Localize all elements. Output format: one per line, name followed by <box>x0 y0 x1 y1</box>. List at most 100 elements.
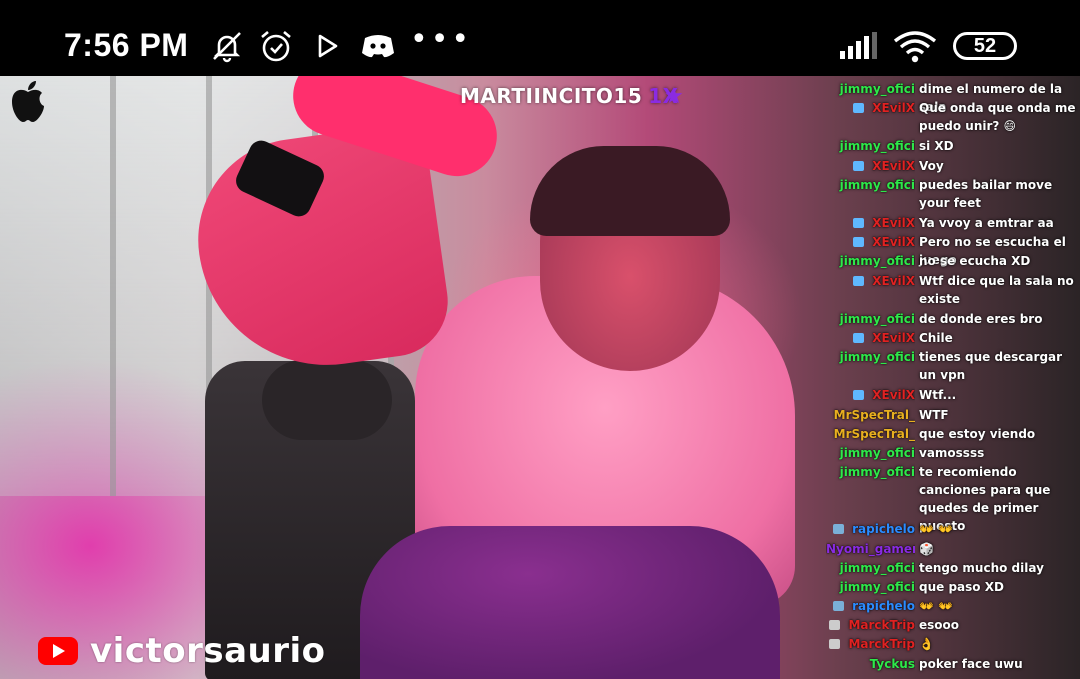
chat-username-text: MrSpecTral_ <box>833 407 915 422</box>
chat-username[interactable]: jimmy_ofici <box>826 252 915 270</box>
chat-username[interactable]: jimmy_ofici <box>826 348 915 366</box>
chat-username-text: Nyomi_gamer <box>826 541 915 556</box>
stream-video[interactable] <box>0 76 1080 679</box>
discord-icon <box>360 28 396 64</box>
chat-username-text: MarckTrip <box>848 637 915 652</box>
chat-badge-icon <box>853 275 865 286</box>
chat-username-text: XEvilX <box>872 235 915 250</box>
chat-text: tengo mucho dilay <box>919 560 1044 575</box>
chat-username-text: MrSpecTral_ <box>833 426 915 441</box>
chat-username[interactable]: jimmy_ofici <box>826 310 915 328</box>
chat-username[interactable]: XEvilX <box>826 99 915 117</box>
chat-username[interactable]: jimmy_ofici <box>826 463 915 481</box>
chat-username-text: jimmy_ofici <box>839 254 915 269</box>
youtube-logo-icon <box>38 637 78 665</box>
wifi-icon <box>893 28 937 64</box>
chat-text: esooo <box>919 618 960 633</box>
chat-text: tienes que descargar un vpn <box>919 350 1063 383</box>
chat-username-text: jimmy_ofici <box>839 82 915 96</box>
chat-badge-icon <box>853 332 865 343</box>
chat-username[interactable]: MarckTrip <box>826 616 915 634</box>
streamer-username: MARTIINCITO15 <box>460 84 643 108</box>
chat-username-text: XEvilX <box>872 158 915 173</box>
signal-icon <box>838 28 878 64</box>
chat-username-text: jimmy_ofici <box>839 445 915 460</box>
more-dots-icon: ••• <box>410 22 473 57</box>
chat-username-text: XEvilX <box>872 388 915 403</box>
channel-name: victorsaurio <box>90 631 326 671</box>
streamer-name: MARTIINCITO15 1X <box>460 84 679 108</box>
chat-username[interactable]: rapichelo <box>826 520 915 538</box>
chat-username-text: jimmy_ofici <box>839 350 915 365</box>
chat-badge-icon <box>853 218 865 229</box>
chat-username[interactable]: Nyomi_gamer <box>826 540 915 558</box>
chat-username-text: Tyckus <box>869 656 915 671</box>
chat-username[interactable]: XEvilX <box>826 157 915 175</box>
chat-badge-icon <box>829 620 841 631</box>
chat-username[interactable]: XEvilX <box>826 386 915 404</box>
chat-text: Voy <box>919 158 944 173</box>
chat-username[interactable]: MrSpecTral_ <box>826 425 915 443</box>
chat-badge-icon <box>833 601 845 612</box>
chat-username-text: MarckTrip <box>848 618 915 633</box>
chat-username[interactable]: MarckTrip <box>826 635 915 653</box>
chat-username-text: jimmy_ofici <box>839 139 915 154</box>
chat-username[interactable]: jimmy_ofici <box>826 444 915 462</box>
apple-logo-icon <box>12 81 44 122</box>
mute-bell-icon <box>210 28 244 64</box>
chat-text: 👐 👐 <box>919 522 954 537</box>
chat-badge-icon <box>853 103 865 114</box>
chat-username[interactable]: jimmy_ofici <box>826 80 915 98</box>
chat-badge-icon <box>853 160 865 171</box>
chat-username[interactable]: jimmy_ofici <box>826 176 915 194</box>
chat-text: Wtf dice que la sala no existe <box>919 273 1074 306</box>
chat-text: Que onda que onda me puedo unir? 😄 <box>919 101 1076 134</box>
chat-username[interactable]: jimmy_ofici <box>826 559 915 577</box>
chat-username[interactable]: Tyckus <box>826 655 915 673</box>
chat-username-text: jimmy_ofici <box>839 177 915 192</box>
chat-username-text: XEvilX <box>872 101 915 116</box>
chat-text: Ya vvoy a emtrar aa <box>919 216 1054 231</box>
chat-text: de donde eres bro <box>919 311 1043 326</box>
chat-text: 🎲 <box>919 541 934 556</box>
window-pane <box>0 76 116 496</box>
clock: 7:56 PM <box>64 27 189 63</box>
chat-badge-icon <box>833 524 845 535</box>
chat-text: si XD <box>919 139 954 154</box>
status-bar: 7:56 PM ••• 52 <box>0 0 1080 76</box>
chat-username-text: XEvilX <box>872 216 915 231</box>
chat-badge-icon <box>853 390 865 401</box>
chair-headrest <box>262 360 392 440</box>
chat-username-text: rapichelo <box>852 522 915 537</box>
chat-text: vamossss <box>919 445 985 460</box>
chat-badge-icon <box>853 237 865 248</box>
star-icon: ★ <box>664 84 684 109</box>
play-store-icon <box>316 28 340 64</box>
chat-username[interactable]: jimmy_ofici <box>826 578 915 596</box>
chat-text: puedes bailar move your feet <box>919 177 1053 210</box>
chat-username[interactable]: jimmy_ofici <box>826 137 915 155</box>
chat-username-text: XEvilX <box>872 330 915 345</box>
channel-brand: victorsaurio <box>38 630 326 672</box>
chat-username[interactable]: rapichelo <box>826 597 915 615</box>
chat-username[interactable]: MrSpecTral_ <box>826 406 915 424</box>
chat-username[interactable]: XEvilX <box>826 272 915 290</box>
chat-badge-icon <box>829 639 841 650</box>
chat-text: no se ecucha XD <box>919 254 1031 269</box>
chat-text: WTF <box>919 407 949 422</box>
chat-username[interactable]: XEvilX <box>826 233 915 251</box>
chat-text: Wtf... <box>919 388 957 403</box>
chat-username[interactable]: XEvilX <box>826 329 915 347</box>
chat-text: que paso XD <box>919 579 1004 594</box>
chat-text: que estoy viendo <box>919 426 1036 441</box>
chat-text: Chile <box>919 330 953 345</box>
chat-text: 👌 <box>919 637 934 652</box>
person-hair <box>530 146 730 236</box>
chat-text: 👐 👐 <box>919 599 954 614</box>
chat-username[interactable]: XEvilX <box>826 214 915 232</box>
chat-username-text: rapichelo <box>852 599 915 614</box>
person-knees <box>360 526 780 679</box>
alarm-icon <box>258 28 294 64</box>
chat-username-text: jimmy_ofici <box>839 560 915 575</box>
battery-indicator: 52 <box>953 32 1017 60</box>
